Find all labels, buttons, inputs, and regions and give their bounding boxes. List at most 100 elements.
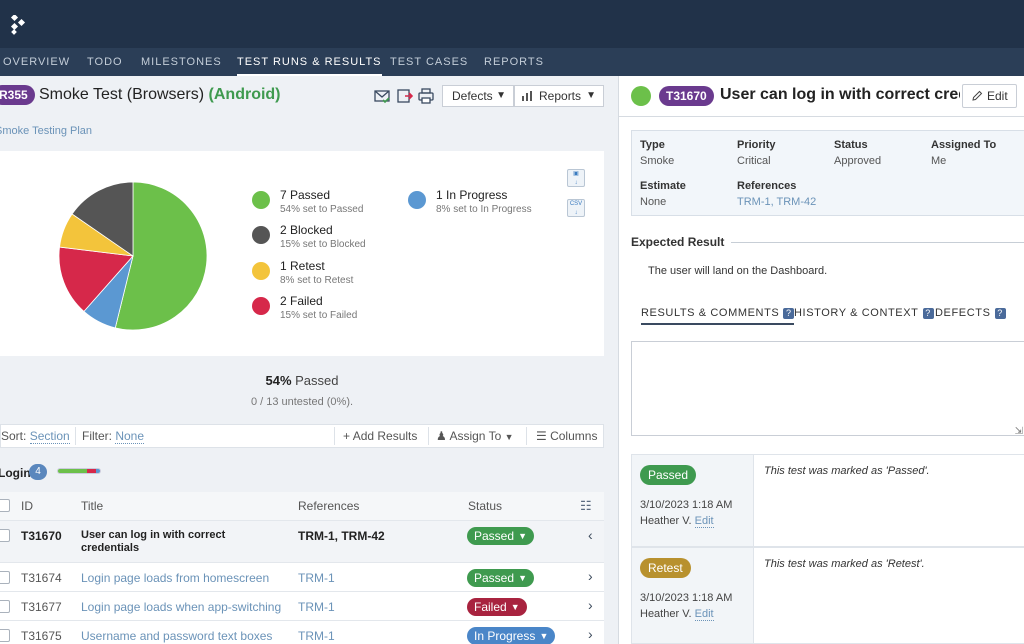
export-image-icon[interactable]: ▣ ↓ (567, 169, 585, 187)
result-edit-link[interactable]: Edit (694, 515, 714, 528)
row-title-line2[interactable]: credentials (81, 542, 139, 554)
row-checkbox[interactable] (0, 571, 10, 584)
filter-control: Filter: None (82, 425, 145, 447)
help-icon[interactable]: ? (922, 308, 934, 319)
help-icon[interactable]: ? (783, 308, 795, 319)
column-settings-icon[interactable]: ☷ (580, 498, 592, 514)
toolbar-divider (334, 427, 335, 445)
edit-test-button[interactable]: Edit (962, 84, 1017, 108)
filter-value-link[interactable]: None (115, 429, 145, 444)
table-row[interactable]: T31670 User can log in with correct cred… (0, 520, 604, 562)
reports-dropdown[interactable]: Reports ▼ (514, 85, 604, 107)
test-plan-link[interactable]: Smoke Testing Plan (0, 125, 92, 137)
row-id: T31670 (21, 529, 62, 543)
references-links[interactable]: TRM-1, TRM-42 (737, 196, 816, 208)
row-checkbox[interactable] (0, 600, 10, 613)
reports-dropdown-label: Reports (539, 89, 582, 103)
row-checkbox[interactable] (0, 529, 10, 542)
nav-milestones[interactable]: MILESTONES (141, 48, 222, 76)
result-user-name: Heather V. (640, 515, 692, 527)
col-header-title[interactable]: Title (81, 499, 103, 513)
chevron-down-icon: ▼ (539, 631, 549, 641)
col-header-status[interactable]: Status (468, 499, 502, 513)
status-dropdown[interactable]: Passed ▼ (467, 527, 535, 545)
row-title[interactable]: Login page loads when app-switching (81, 600, 281, 614)
status-value: Approved (834, 155, 882, 167)
result-user: Heather V. Edit (640, 608, 714, 621)
tab-defects[interactable]: DEFECTS? (935, 307, 1006, 325)
tab-history-context[interactable]: HISTORY & CONTEXT? (794, 307, 934, 325)
col-header-references[interactable]: References (298, 499, 359, 513)
test-run-panel: R355 Smoke Test (Browsers) (Android) Def… (0, 76, 618, 644)
estimate-value: None (640, 196, 667, 208)
row-title[interactable]: Username and password text boxes (81, 629, 272, 643)
legend-dot-retest (252, 262, 270, 280)
chevron-right-icon[interactable]: › (588, 597, 593, 613)
nav-todo[interactable]: TODO (87, 48, 123, 76)
chevron-right-icon[interactable]: › (588, 626, 593, 642)
chevron-right-icon[interactable]: › (588, 568, 593, 584)
filter-label: Filter: (82, 429, 112, 443)
legend-passed-percent: 54% set to Passed (280, 204, 364, 215)
select-all-checkbox[interactable] (0, 499, 10, 512)
row-references[interactable]: TRM-1 (298, 629, 335, 643)
table-row[interactable]: T31677 Login page loads when app-switchi… (0, 591, 604, 620)
chevron-left-icon[interactable]: ‹ (588, 527, 593, 543)
defects-dropdown[interactable]: Defects ▼ (442, 85, 514, 107)
result-timestamp: 3/10/2023 1:18 AM (640, 592, 733, 604)
resize-handle-icon[interactable]: ⇲ (1015, 426, 1023, 437)
table-row[interactable]: T31674 Login page loads from homescreen … (0, 562, 604, 591)
status-dropdown[interactable]: Failed ▼ (467, 598, 527, 616)
test-title-text: User can log in with correct credentials (720, 86, 960, 103)
reports-icon (522, 91, 532, 101)
add-results-button[interactable]: + Add Results (343, 425, 417, 447)
nav-reports[interactable]: REPORTS (484, 48, 544, 76)
sort-label: Sort: (1, 429, 27, 443)
columns-label: Columns (550, 429, 598, 443)
app-logo-icon[interactable] (10, 15, 28, 35)
nav-test-cases[interactable]: TEST CASES (390, 48, 468, 76)
result-entry: Retest 3/10/2023 1:18 AM Heather V. Edit… (631, 547, 1024, 644)
legend-dot-passed (252, 191, 270, 209)
tab-results-comments[interactable]: RESULTS & COMMENTS? (641, 307, 795, 325)
table-row[interactable]: T31675 Username and password text boxes … (0, 620, 604, 644)
assign-user-icon: ♟ (436, 429, 450, 443)
status-dropdown[interactable]: Passed ▼ (467, 569, 535, 587)
status-label: In Progress (474, 629, 536, 643)
columns-button[interactable]: ☰ Columns (536, 425, 597, 447)
test-properties: Type Smoke Priority Critical Status Appr… (631, 130, 1024, 216)
col-header-id[interactable]: ID (21, 499, 33, 513)
pencil-icon (972, 90, 983, 101)
assigned-to-label: Assigned To (931, 139, 997, 151)
result-timestamp: 3/10/2023 1:18 AM (640, 499, 733, 511)
export-csv-icon[interactable]: CSV ↓ (567, 199, 585, 217)
legend-failed-percent: 15% set to Failed (280, 310, 358, 321)
row-references[interactable]: TRM-1 (298, 600, 335, 614)
help-icon[interactable]: ? (994, 308, 1006, 319)
row-title[interactable]: User can log in with correct (81, 529, 225, 541)
row-title[interactable]: Login page loads from homescreen (81, 571, 269, 585)
result-edit-link[interactable]: Edit (694, 608, 714, 621)
legend-dot-failed (252, 297, 270, 315)
row-references[interactable]: TRM-1 (298, 571, 335, 585)
section-count-badge: 4 (29, 464, 47, 480)
tests-toolbar: Sort: Section Filter: None + Add Results… (0, 424, 604, 448)
email-check-icon[interactable] (374, 88, 390, 104)
result-user-name: Heather V. (640, 608, 692, 620)
run-title: Smoke Test (Browsers) (Android) (39, 86, 281, 104)
test-id-badge: T31670 (659, 86, 714, 106)
toolbar-divider (428, 427, 429, 445)
sort-value-link[interactable]: Section (29, 429, 70, 444)
print-icon[interactable] (418, 88, 434, 104)
status-dropdown[interactable]: In Progress ▼ (467, 627, 556, 644)
nav-test-runs-results[interactable]: TEST RUNS & RESULTS (237, 48, 382, 76)
export-run-icon[interactable] (397, 88, 413, 104)
sort-control: Sort: Section (1, 425, 70, 447)
nav-overview[interactable]: OVERVIEW (3, 48, 70, 76)
row-checkbox[interactable] (0, 629, 10, 642)
status-label: Passed (474, 529, 515, 543)
references-label: References (737, 180, 797, 192)
assign-to-dropdown[interactable]: ♟ Assign To ▼ (436, 425, 514, 447)
run-config-tag: (Android) (208, 86, 281, 103)
comment-textarea[interactable]: ⇲ (631, 341, 1024, 437)
